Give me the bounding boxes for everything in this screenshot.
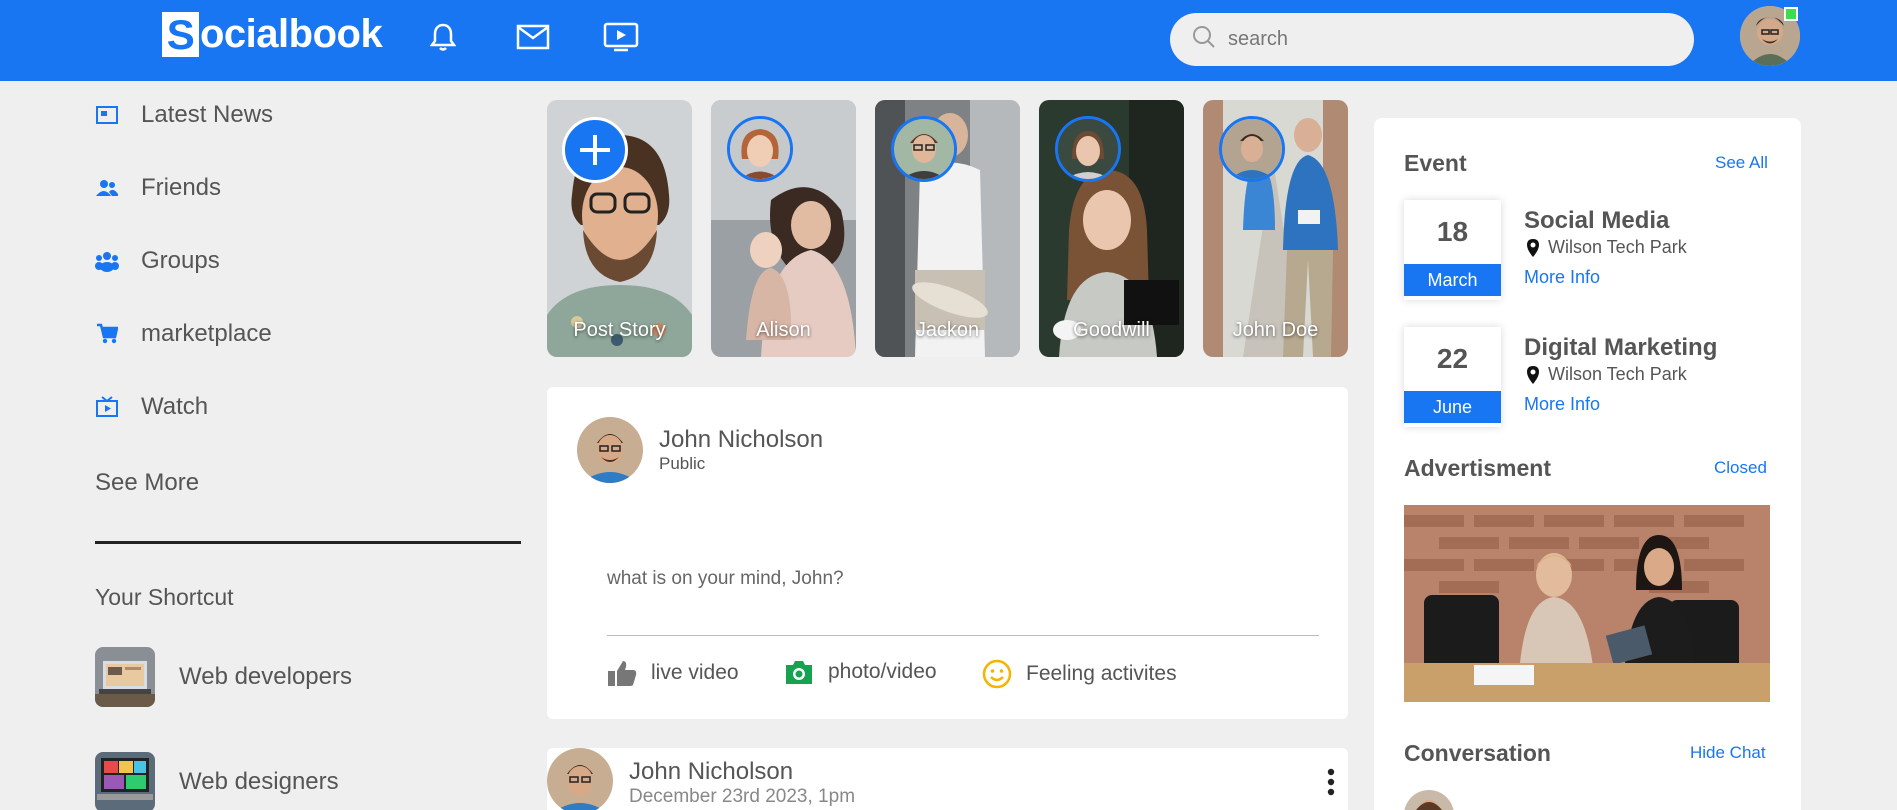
sidebar-item-label: Watch [141, 393, 209, 420]
sidebar-item-friends[interactable]: Friends [95, 174, 221, 202]
action-label: photo/video [828, 660, 937, 683]
event-location: Wilson Tech Park [1526, 237, 1687, 258]
sidebar-divider [95, 541, 521, 544]
event-heading: Event [1404, 150, 1467, 176]
video-icon[interactable] [602, 20, 640, 54]
friends-icon [95, 176, 119, 200]
story-john-doe[interactable]: John Doe [1203, 100, 1348, 357]
post-author-avatar[interactable] [547, 748, 613, 810]
user-name: John Nicholson [659, 426, 824, 453]
see-all-link[interactable]: See All [1715, 153, 1768, 173]
add-story-button[interactable] [562, 117, 628, 183]
smiley-icon [982, 659, 1012, 689]
plus-icon [580, 135, 610, 165]
event-month: June [1404, 391, 1501, 423]
event-date-box: 22 June [1404, 327, 1501, 427]
bell-icon[interactable] [424, 20, 462, 54]
event-place: Wilson Tech Park [1548, 237, 1687, 257]
location-pin-icon [1526, 365, 1540, 385]
event-day: 22 [1436, 343, 1469, 374]
shortcut-label: Web developers [179, 663, 352, 690]
shortcut-heading: Your Shortcut [95, 584, 234, 610]
sidebar-item-label: Latest News [141, 101, 274, 128]
story-alison[interactable]: Alison [711, 100, 856, 357]
story-jackon[interactable]: Jackon [875, 100, 1020, 357]
cart-icon [95, 322, 119, 346]
search-icon [1192, 25, 1216, 54]
shortcut-web-developers[interactable]: Web developers [95, 647, 352, 707]
user-avatar[interactable] [577, 417, 643, 483]
story-name: Post Story [573, 319, 666, 341]
story-name: Alison [756, 319, 811, 341]
event-title: Digital Marketing [1524, 334, 1718, 361]
search-input[interactable] [1228, 28, 1628, 51]
post-card: John Nicholson December 23rd 2023, 1pm [547, 748, 1348, 810]
write-post-user: John Nicholson Public [577, 417, 823, 483]
sidebar-item-groups[interactable]: Groups [95, 247, 220, 275]
shortcut-thumbnail [95, 647, 155, 707]
socialbook-logo[interactable]: S ocialbook [162, 11, 383, 58]
post-divider [607, 635, 1319, 636]
event-title: Social Media [1524, 207, 1670, 234]
story-avatar [1055, 116, 1121, 182]
action-label: Feeling activites [1026, 662, 1177, 685]
search-bar[interactable] [1170, 13, 1694, 66]
groups-icon [95, 249, 119, 273]
story-avatar [891, 116, 957, 182]
story-name: Goodwill [1073, 319, 1150, 341]
sidebar-item-latest-news[interactable]: Latest News [95, 101, 273, 129]
event-location: Wilson Tech Park [1526, 364, 1687, 385]
advertisement-image[interactable] [1404, 505, 1770, 702]
logo-letter: S [162, 11, 199, 58]
feeling-activities-button[interactable]: Feeling activites [982, 659, 1177, 689]
post-author-info: John Nicholson December 23rd 2023, 1pm [629, 758, 855, 808]
thumbs-up-icon [607, 659, 637, 687]
event-month: March [1404, 264, 1501, 296]
story-goodwill[interactable]: Goodwill [1039, 100, 1184, 357]
sidebar-item-label: Friends [141, 174, 222, 201]
closed-link[interactable]: Closed [1714, 458, 1767, 478]
photo-video-button[interactable]: photo/video [784, 659, 937, 685]
sidebar-item-label: Groups [141, 247, 220, 274]
event-day: 18 [1436, 216, 1469, 247]
live-video-button[interactable]: live video [607, 659, 739, 687]
write-post-card: John Nicholson Public what is on your mi… [547, 387, 1348, 719]
advertisement-heading: Advertisment [1404, 455, 1551, 481]
camera-icon [784, 659, 814, 685]
action-label: live video [651, 661, 739, 684]
story-name: John Doe [1232, 319, 1319, 341]
story-avatar [727, 116, 793, 182]
story-avatar [1219, 116, 1285, 182]
event-date-box: 18 March [1404, 200, 1501, 300]
location-pin-icon [1526, 238, 1540, 258]
shortcut-label: Web designers [179, 768, 339, 795]
see-more-link[interactable]: See More [95, 469, 199, 497]
event-place: Wilson Tech Park [1548, 364, 1687, 384]
write-post-user-info: John Nicholson Public [659, 426, 823, 474]
more-info-link[interactable]: More Info [1524, 267, 1600, 288]
post-date: December 23rd 2023, 1pm [629, 786, 856, 807]
sidebar-item-label: marketplace [141, 320, 272, 347]
conversation-heading: Conversation [1404, 740, 1551, 766]
privacy-label: Public [659, 454, 706, 473]
post-input[interactable]: what is on your mind, John? [607, 568, 844, 590]
top-navbar: S ocialbook [0, 0, 1897, 81]
hide-chat-link[interactable]: Hide Chat [1690, 743, 1766, 763]
more-info-link[interactable]: More Info [1524, 394, 1600, 415]
online-status-dot [1784, 7, 1798, 21]
mail-icon[interactable] [514, 20, 552, 54]
story-post-story[interactable]: Post Story [547, 100, 692, 357]
shortcut-thumbnail [95, 752, 155, 810]
watch-icon [95, 395, 119, 419]
more-options-icon[interactable] [1327, 768, 1335, 801]
post-author-name: John Nicholson [629, 758, 794, 785]
sidebar-item-marketplace[interactable]: marketplace [95, 320, 272, 348]
news-icon [95, 103, 119, 127]
story-name: Jackon [915, 319, 980, 341]
logo-text: ocialbook [200, 12, 383, 56]
sidebar-item-watch[interactable]: Watch [95, 393, 208, 421]
shortcut-web-designers[interactable]: Web designers [95, 752, 339, 810]
